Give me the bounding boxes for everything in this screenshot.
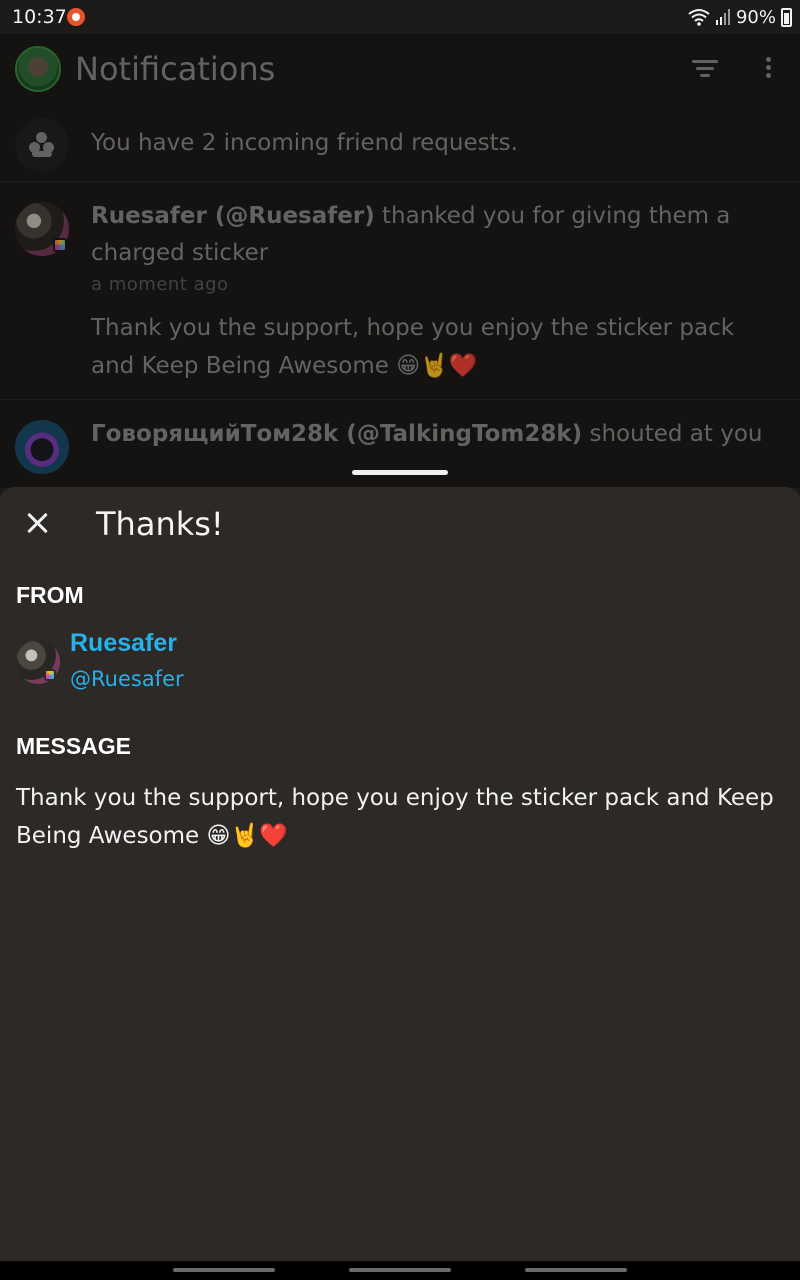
notification-sender[interactable]: Ruesafer (@Ruesafer) bbox=[91, 203, 375, 229]
badge-icon bbox=[53, 238, 67, 252]
notification-action: shouted at you bbox=[582, 421, 763, 447]
sender-name[interactable]: Ruesafer bbox=[70, 629, 177, 658]
message-body: Thank you the support, hope you enjoy th… bbox=[16, 785, 774, 849]
nav-home[interactable] bbox=[349, 1268, 451, 1272]
sender-handle[interactable]: @Ruesafer bbox=[70, 667, 184, 691]
notification-text: Ruesafer (@Ruesafer) thanked you for giv… bbox=[91, 198, 771, 272]
nav-recents[interactable] bbox=[173, 1268, 275, 1272]
battery-icon bbox=[781, 7, 792, 27]
nav-back[interactable] bbox=[525, 1268, 627, 1272]
avatar[interactable] bbox=[15, 420, 69, 474]
from-label: FROM bbox=[16, 582, 84, 608]
filter-icon[interactable] bbox=[688, 56, 722, 86]
thanks-sheet: Thanks! FROM Ruesafer @Ruesafer MESSAGE … bbox=[0, 487, 800, 1261]
notification-text: ГоворящийТом28k (@TalkingTom28k) shouted… bbox=[91, 416, 771, 453]
people-icon bbox=[15, 118, 69, 172]
close-icon[interactable] bbox=[24, 509, 52, 537]
notification-message: Thank you the support, hope you enjoy th… bbox=[91, 315, 735, 379]
sheet-title: Thanks! bbox=[96, 505, 224, 543]
signal-icon bbox=[715, 9, 730, 25]
app-bar: Notifications bbox=[0, 34, 800, 110]
notification-item[interactable]: Ruesafer (@Ruesafer) thanked you for giv… bbox=[0, 182, 800, 400]
profile-avatar[interactable] bbox=[15, 46, 61, 92]
more-vert-icon[interactable] bbox=[756, 54, 780, 88]
status-indicators: 90% bbox=[688, 5, 792, 29]
status-bar: 10:37 90% bbox=[0, 0, 800, 34]
status-time: 10:37 bbox=[12, 6, 67, 28]
wifi-icon bbox=[688, 9, 710, 26]
page-title: Notifications bbox=[75, 50, 276, 88]
battery-percent: 90% bbox=[735, 6, 776, 28]
notification-app-icon bbox=[67, 8, 85, 26]
system-nav-bar bbox=[0, 1261, 800, 1280]
friend-requests-text: You have 2 incoming friend requests. bbox=[91, 130, 518, 156]
notification-time: a moment ago bbox=[91, 274, 229, 295]
badge-icon bbox=[44, 669, 56, 681]
sheet-drag-handle[interactable] bbox=[352, 470, 448, 475]
notification-sender[interactable]: ГоворящийТом28k (@TalkingTom28k) bbox=[91, 421, 582, 447]
message-label: MESSAGE bbox=[16, 733, 132, 759]
friend-requests-row[interactable]: You have 2 incoming friend requests. bbox=[0, 110, 800, 182]
